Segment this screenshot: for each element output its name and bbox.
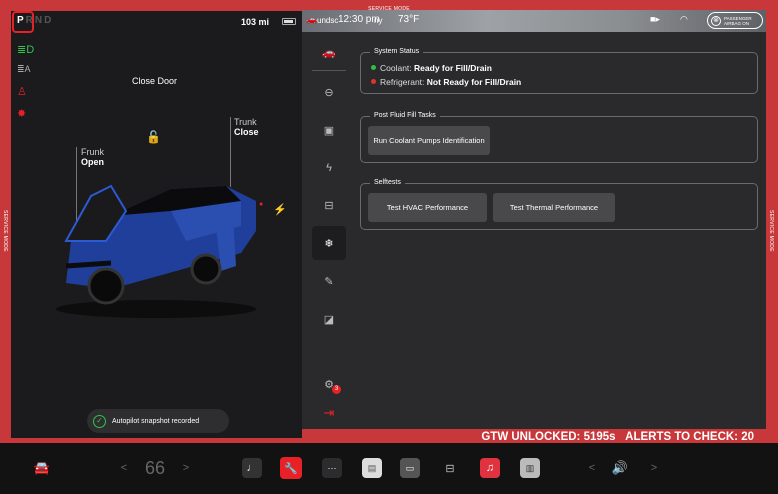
temp-down-button[interactable]: < (118, 457, 130, 479)
service-mode-side-left: SERVICE MODE (2, 210, 8, 252)
frunk-label: Frunk (81, 147, 105, 157)
airbag-warning-icon: ✸ (17, 108, 27, 120)
outside-temp: 73°F (398, 14, 420, 25)
frunk-open-button[interactable]: Open (81, 157, 104, 167)
nav-power-icon[interactable]: ϟ (312, 151, 346, 185)
alerts-to-check-text: ALERTS TO CHECK: 20 (625, 431, 754, 443)
system-status-legend: System Status (370, 48, 424, 55)
refrigerant-label: Refrigerant: (380, 77, 425, 87)
coolant-label: Coolant: (380, 63, 412, 73)
system-status-panel: System Status Coolant: Ready for Fill/Dr… (360, 48, 758, 94)
airbag-line2: AIRBAG ON (724, 20, 750, 26)
airbag-off-icon: ⊗ (711, 15, 721, 26)
battery-icon (282, 18, 296, 25)
volume-up-button[interactable]: > (648, 457, 660, 479)
cabin-temp[interactable]: 66 (140, 457, 170, 479)
test-thermal-button[interactable]: Test Thermal Performance (493, 193, 615, 222)
nav-seat-icon[interactable]: ◪ (312, 302, 346, 336)
lock-status-icon[interactable]: 🚗 (306, 14, 317, 25)
gear-d: D (44, 15, 54, 26)
coolant-status-row: Coolant: Ready for Fill/Drain (371, 63, 492, 73)
exit-service-icon[interactable]: ⇥ (312, 396, 346, 430)
nav-divider (312, 70, 346, 71)
dock-music-icon[interactable]: ♩ (242, 457, 262, 479)
toast-text: Autopilot snapshot recorded (112, 417, 200, 425)
nav-chip-icon[interactable]: ▣ (312, 113, 346, 147)
selftests-panel: Selftests Test HVAC Performance Test The… (360, 179, 758, 230)
dock-service-icon[interactable]: 🔧 (280, 457, 302, 479)
range-readout: 103 mi (241, 17, 270, 27)
volume-down-button[interactable]: < (586, 457, 598, 479)
alerts-count-badge: 3 (332, 385, 341, 394)
trunk-close-button[interactable]: Close (234, 127, 259, 137)
nav-battery-icon[interactable]: ⊟ (312, 188, 346, 222)
autopilot-snapshot-toast: ✓ Autopilot snapshot recorded (87, 409, 229, 433)
wifi-icon: ◠ (680, 14, 688, 24)
dock-notes-icon[interactable]: ▤ (362, 457, 382, 479)
run-coolant-pumps-button[interactable]: Run Coolant Pumps Identification (368, 126, 490, 155)
dock-dashcam-icon[interactable]: ▭ (400, 457, 420, 479)
dock-spotify-icon[interactable]: ♫ (480, 457, 500, 479)
post-fluid-legend: Post Fluid Fill Tasks (370, 112, 440, 119)
refrigerant-status-row: Refrigerant: Not Ready for Fill/Drain (371, 77, 521, 87)
status-bar: 🚗 undsc 12:30 pm ny 73°F ■▸ ◠ ⊗ PASSENGE… (302, 10, 766, 32)
post-fluid-panel: Post Fluid Fill Tasks Run Coolant Pumps … (360, 112, 758, 163)
gear-r: R (25, 15, 35, 26)
gtw-unlocked-text: GTW UNLOCKED: 5195s (481, 431, 616, 443)
dock-toybox-icon[interactable]: ▥ (520, 457, 540, 479)
seatbelt-warning-icon: ♙ (17, 86, 27, 98)
service-mode-side-right: SERVICE MODE (768, 210, 774, 252)
refrigerant-value: Not Ready for Fill/Drain (426, 77, 522, 87)
gear-n: N (34, 15, 45, 26)
bottom-dock: 🚘 < 66 > ♩ 🔧 ··· ▤ ▭ ⊟ ♫ ▥ < 🔊 > (0, 443, 778, 494)
gear-p: P (17, 15, 26, 26)
dashcam-icon[interactable]: ■▸ (650, 14, 660, 25)
passenger-airbag-badge: ⊗ PASSENGER AIRBAG ON (707, 12, 763, 29)
unlock-icon[interactable]: 🔓 (146, 130, 161, 144)
refrigerant-status-dot (371, 79, 376, 84)
dock-more-icon[interactable]: ··· (322, 457, 342, 479)
nav-vehicle-icon[interactable]: 🚗 (312, 35, 346, 69)
vehicle-panel: PRND 103 mi ≣D ≣A ♙ ✸ Close Door Trunk C… (11, 11, 302, 438)
gear-selector: PRND (17, 15, 53, 26)
temp-up-button[interactable]: > (180, 457, 192, 479)
nav-thermal-icon[interactable]: ❄ (312, 226, 346, 260)
location-text: undsc (317, 16, 339, 25)
trunk-label: Trunk (234, 117, 257, 127)
nav-steering-icon[interactable]: ⊖ (312, 75, 346, 109)
low-beam-icon: ≣D (17, 44, 35, 56)
service-status-line: GTW UNLOCKED: 5195s ALERTS TO CHECK: 20 (302, 429, 766, 443)
nav-brush-icon[interactable]: ✎ (312, 264, 346, 298)
volume-icon[interactable]: 🔊 (608, 457, 632, 479)
checkmark-icon: ✓ (93, 414, 106, 428)
car-model-3d (56, 184, 256, 318)
charge-port-icon[interactable]: ⚡ (273, 203, 287, 216)
dock-car-icon[interactable]: 🚘 (30, 457, 54, 479)
location-suffix: ny (374, 16, 383, 25)
dock-seat-icon[interactable]: ⊟ (440, 457, 460, 479)
auto-headlight-icon: ≣A (17, 64, 31, 74)
service-sidebar: 🚗 ⊖ ▣ ϟ ⊟ ❄ ✎ ◪ ⚙ 3 ⇥ (302, 32, 358, 429)
coolant-value: Ready for Fill/Drain (414, 63, 492, 73)
selftests-legend: Selftests (370, 179, 405, 186)
close-door-button[interactable]: Close Door (132, 76, 177, 86)
coolant-status-dot (371, 65, 376, 70)
test-hvac-button[interactable]: Test HVAC Performance (368, 193, 487, 222)
